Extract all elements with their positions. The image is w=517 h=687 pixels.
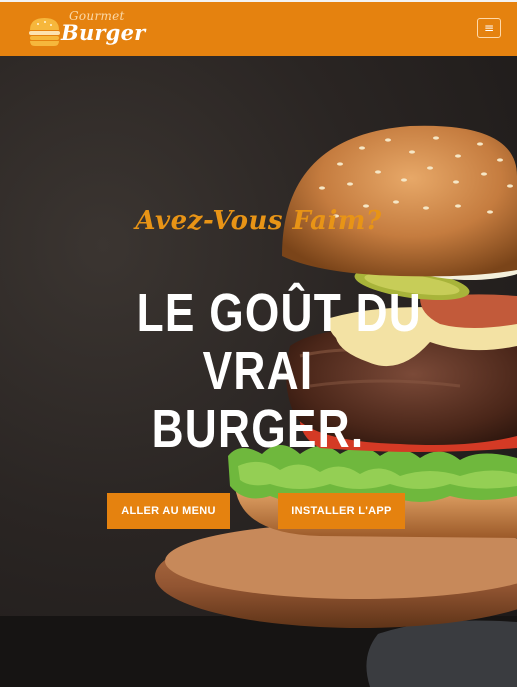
burger-logo-icon <box>29 18 60 46</box>
headline-line-2: VRAI <box>202 341 314 401</box>
headline-line-3: BURGER. <box>151 399 365 459</box>
install-app-button[interactable]: INSTALLER L'APP <box>278 493 405 529</box>
hero-headline: LE GOÛT DU VRAI BURGER. <box>136 283 422 459</box>
logo-text-burger: Burger <box>61 20 146 45</box>
hero-tagline: Avez-Vous Faim? <box>135 206 382 236</box>
menu-toggle-button[interactable]: ≡ <box>477 18 501 38</box>
headline-line-1: LE GOÛT DU <box>136 283 422 343</box>
go-to-menu-button[interactable]: ALLER AU MENU <box>107 493 230 529</box>
brand-logo[interactable]: Gourmet Burger <box>28 9 145 51</box>
hero-section: Avez-Vous Faim? LE GOÛT DU VRAI BURGER. … <box>0 56 517 687</box>
navbar: Gourmet Burger ≡ <box>0 2 517 56</box>
hamburger-menu-icon: ≡ <box>483 21 495 35</box>
